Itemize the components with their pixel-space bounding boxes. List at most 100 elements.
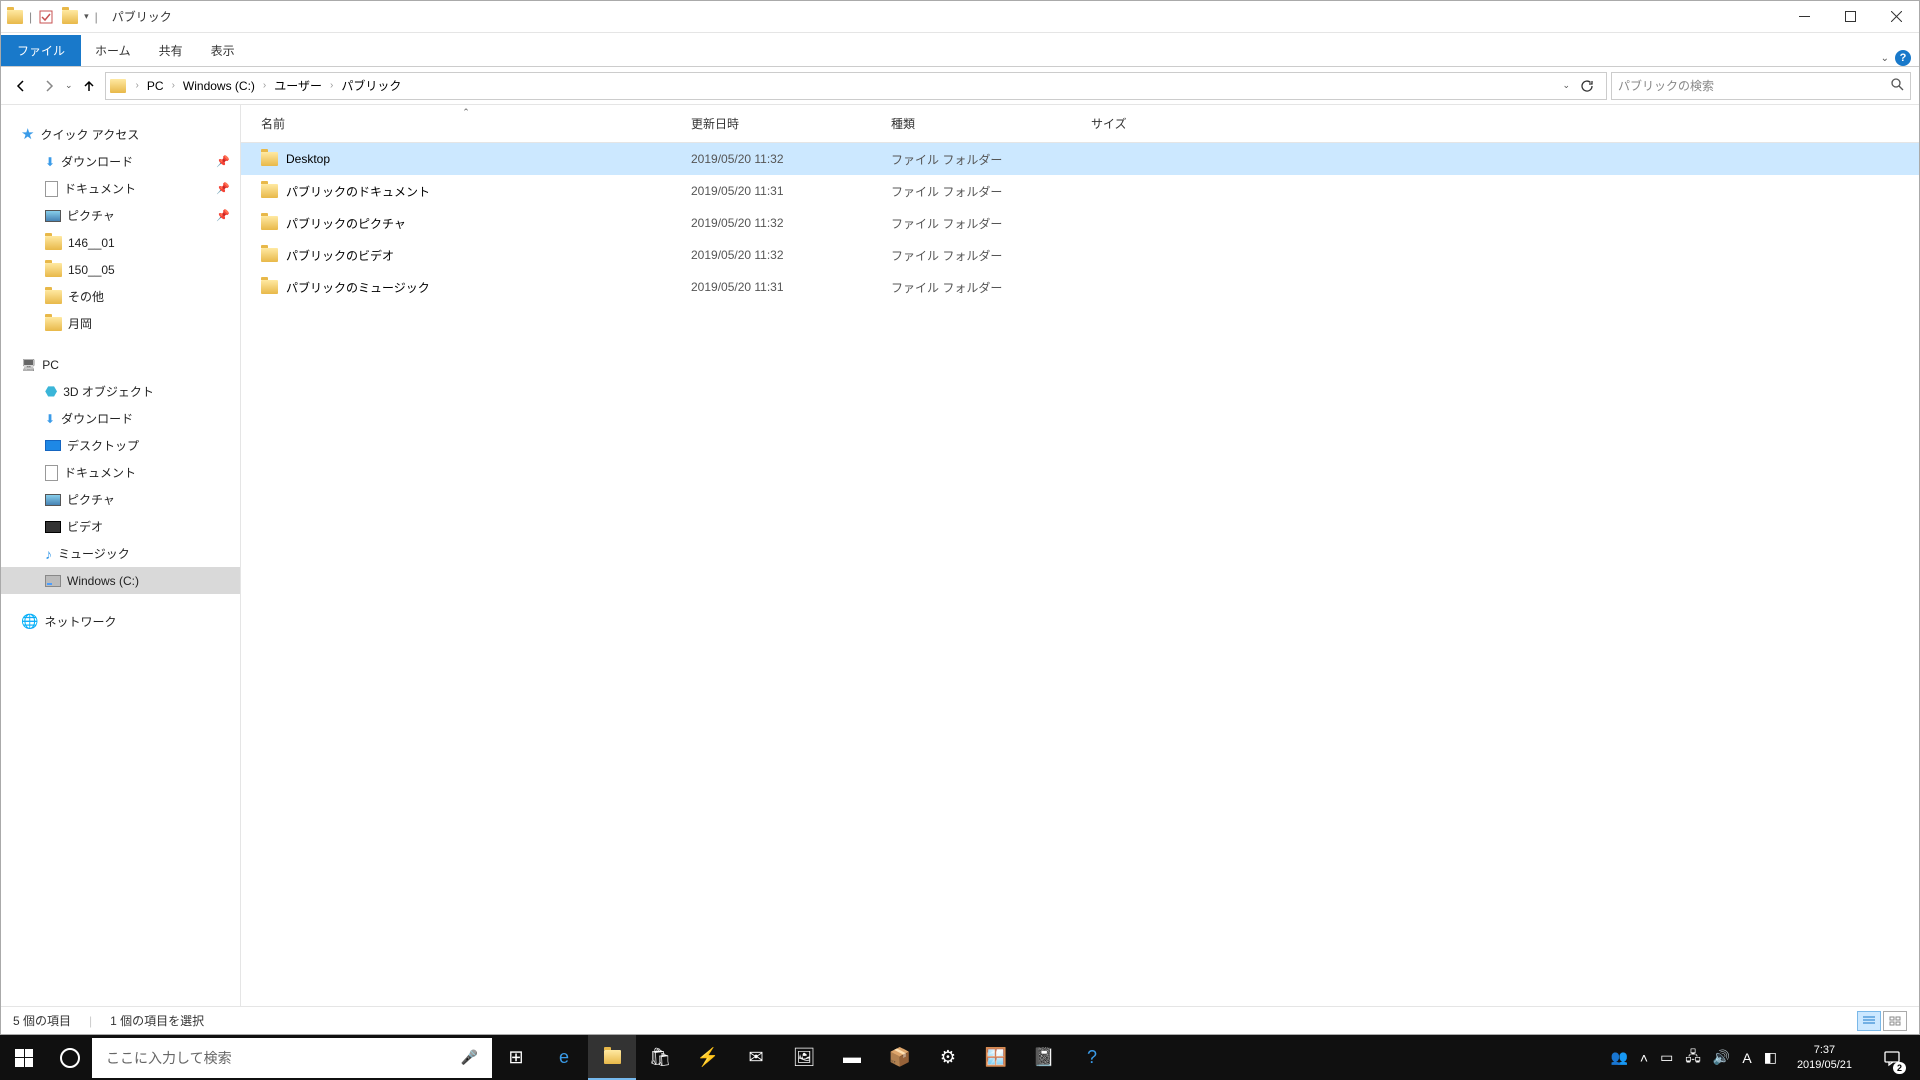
minimize-button[interactable] xyxy=(1781,2,1827,32)
taskbar-app-settings[interactable]: ⚙ xyxy=(924,1035,972,1080)
nav-item[interactable]: ⬣3D オブジェクト xyxy=(1,378,240,405)
taskbar-app-edge[interactable]: e xyxy=(540,1035,588,1080)
action-center-button[interactable]: 2 xyxy=(1872,1035,1912,1080)
help-icon[interactable]: ? xyxy=(1895,50,1911,66)
taskbar-app-store[interactable]: 🛍 xyxy=(636,1035,684,1080)
tray-people-icon[interactable]: 👥 xyxy=(1610,1049,1627,1066)
file-row[interactable]: パブリックのピクチャ 2019/05/20 11:32 ファイル フォルダー xyxy=(241,207,1919,239)
ribbon-expand-icon[interactable]: ⌄ xyxy=(1881,53,1889,64)
nav-item[interactable]: ピクチャ📌 xyxy=(1,202,240,229)
taskbar-app-help[interactable]: ? xyxy=(1068,1035,1116,1080)
nav-quick-access[interactable]: ★ クイック アクセス xyxy=(1,121,240,148)
view-large-button[interactable] xyxy=(1883,1011,1907,1031)
nav-pc[interactable]: 🖥 PC xyxy=(1,351,240,378)
folder-icon xyxy=(261,216,278,230)
ribbon: ファイル ホーム 共有 表示 ⌄ ? xyxy=(1,33,1919,67)
nav-item[interactable]: Windows (C:) xyxy=(1,567,240,594)
breadcrumb-public[interactable]: パブリック xyxy=(339,75,403,96)
document-icon xyxy=(45,465,58,481)
forward-button[interactable] xyxy=(37,74,61,98)
search-input[interactable]: パブリックの検索 xyxy=(1611,72,1911,100)
column-header-name[interactable]: ⌃名前 xyxy=(251,115,681,132)
file-name: パブリックのピクチャ xyxy=(286,215,406,232)
breadcrumb-users[interactable]: ユーザー xyxy=(272,75,324,96)
close-button[interactable] xyxy=(1873,2,1919,32)
nav-label: クイック アクセス xyxy=(40,126,139,143)
ribbon-tab-file[interactable]: ファイル xyxy=(1,35,81,66)
picture-icon xyxy=(45,494,61,506)
nav-item[interactable]: ドキュメント📌 xyxy=(1,175,240,202)
taskbar-app-explorer[interactable] xyxy=(588,1035,636,1080)
nav-item[interactable]: ♪ミュージック xyxy=(1,540,240,567)
navigation-pane[interactable]: ★ クイック アクセス ⬇ダウンロード📌ドキュメント📌ピクチャ📌146__011… xyxy=(1,105,241,1006)
download-icon: ⬇ xyxy=(45,155,55,169)
nav-item[interactable]: ドキュメント xyxy=(1,459,240,486)
titlebar: | ▾ | パブリック xyxy=(1,1,1919,33)
taskbar-app-cmd[interactable]: ▬ xyxy=(828,1035,876,1080)
column-headers: ⌃名前 更新日時 種類 サイズ xyxy=(241,105,1919,143)
file-name: パブリックのビデオ xyxy=(286,247,394,264)
taskbar-date: 2019/05/21 xyxy=(1797,1058,1852,1072)
chevron-right-icon[interactable]: › xyxy=(172,80,175,91)
nav-item[interactable]: 月岡 xyxy=(1,310,240,337)
nav-item[interactable]: ビデオ xyxy=(1,513,240,540)
microphone-icon[interactable]: 🎤 xyxy=(461,1049,478,1066)
qat-dropdown-icon[interactable]: ▾ xyxy=(84,11,89,22)
back-button[interactable] xyxy=(9,74,33,98)
file-row[interactable]: パブリックのドキュメント 2019/05/20 11:31 ファイル フォルダー xyxy=(241,175,1919,207)
tray-network-icon[interactable]: 🖧 xyxy=(1685,1046,1701,1070)
chevron-right-icon[interactable]: › xyxy=(136,80,139,91)
breadcrumb-drive[interactable]: Windows (C:) xyxy=(181,77,257,95)
tray-battery-icon[interactable]: ▭ xyxy=(1660,1049,1673,1066)
maximize-button[interactable] xyxy=(1827,2,1873,32)
column-header-type[interactable]: 種類 xyxy=(881,115,1081,132)
ribbon-tab-home[interactable]: ホーム xyxy=(81,35,145,66)
pc-icon: 🖥 xyxy=(21,358,36,372)
qat-properties-icon[interactable] xyxy=(38,9,54,25)
file-row[interactable]: Desktop 2019/05/20 11:32 ファイル フォルダー xyxy=(241,143,1919,175)
nav-item[interactable]: ⬇ダウンロード xyxy=(1,405,240,432)
nav-item[interactable]: ピクチャ xyxy=(1,486,240,513)
ribbon-tab-share[interactable]: 共有 xyxy=(145,35,197,66)
task-view-button[interactable]: ⊞ xyxy=(492,1035,540,1080)
column-header-date[interactable]: 更新日時 xyxy=(681,115,881,132)
nav-network[interactable]: 🌐 ネットワーク xyxy=(1,608,240,635)
refresh-button[interactable] xyxy=(1576,75,1598,97)
start-button[interactable] xyxy=(0,1035,48,1080)
taskbar-app-4[interactable]: 🪟 xyxy=(972,1035,1020,1080)
breadcrumb-pc[interactable]: PC xyxy=(145,77,166,95)
tray-chevron-up-icon[interactable]: ˄ xyxy=(1640,1050,1648,1066)
taskbar-clock[interactable]: 7:37 2019/05/21 xyxy=(1789,1043,1860,1072)
taskbar-search-input[interactable]: ここに入力して検索 🎤 xyxy=(92,1038,492,1078)
taskbar-app-1[interactable]: ⚡ xyxy=(684,1035,732,1080)
file-row[interactable]: パブリックのビデオ 2019/05/20 11:32 ファイル フォルダー xyxy=(241,239,1919,271)
nav-item[interactable]: 146__01 xyxy=(1,229,240,256)
search-icon[interactable] xyxy=(1891,78,1904,94)
tray-ime2-icon[interactable]: ◧ xyxy=(1764,1049,1777,1066)
file-row[interactable]: パブリックのミュージック 2019/05/20 11:31 ファイル フォルダー xyxy=(241,271,1919,303)
column-header-size[interactable]: サイズ xyxy=(1081,115,1201,132)
folder-icon xyxy=(261,280,278,294)
tray-volume-icon[interactable]: 🔊 xyxy=(1713,1049,1730,1066)
taskbar-app-5[interactable]: 📓 xyxy=(1020,1035,1068,1080)
address-bar[interactable]: › PC › Windows (C:) › ユーザー › パブリック ⌄ xyxy=(105,72,1607,100)
tray-ime-icon[interactable]: A xyxy=(1742,1050,1751,1066)
chevron-right-icon[interactable]: › xyxy=(330,80,333,91)
file-type: ファイル フォルダー xyxy=(881,215,1081,232)
nav-item[interactable]: ⬇ダウンロード📌 xyxy=(1,148,240,175)
taskbar-app-mail[interactable]: ✉ xyxy=(732,1035,780,1080)
view-details-button[interactable] xyxy=(1857,1011,1881,1031)
up-button[interactable] xyxy=(77,74,101,98)
history-dropdown-icon[interactable]: ⌄ xyxy=(65,80,73,91)
nav-item[interactable]: デスクトップ xyxy=(1,432,240,459)
nav-item[interactable]: 150__05 xyxy=(1,256,240,283)
taskbar-app-3[interactable]: 📦 xyxy=(876,1035,924,1080)
qat-folder-icon[interactable] xyxy=(62,10,78,24)
chevron-right-icon[interactable]: › xyxy=(263,80,266,91)
cortana-button[interactable] xyxy=(48,1048,92,1068)
nav-item[interactable]: その他 xyxy=(1,283,240,310)
address-dropdown-icon[interactable]: ⌄ xyxy=(1562,80,1570,91)
cortana-icon xyxy=(60,1048,80,1068)
ribbon-tab-view[interactable]: 表示 xyxy=(197,35,249,66)
taskbar-app-2[interactable]: 🖼 xyxy=(780,1035,828,1080)
